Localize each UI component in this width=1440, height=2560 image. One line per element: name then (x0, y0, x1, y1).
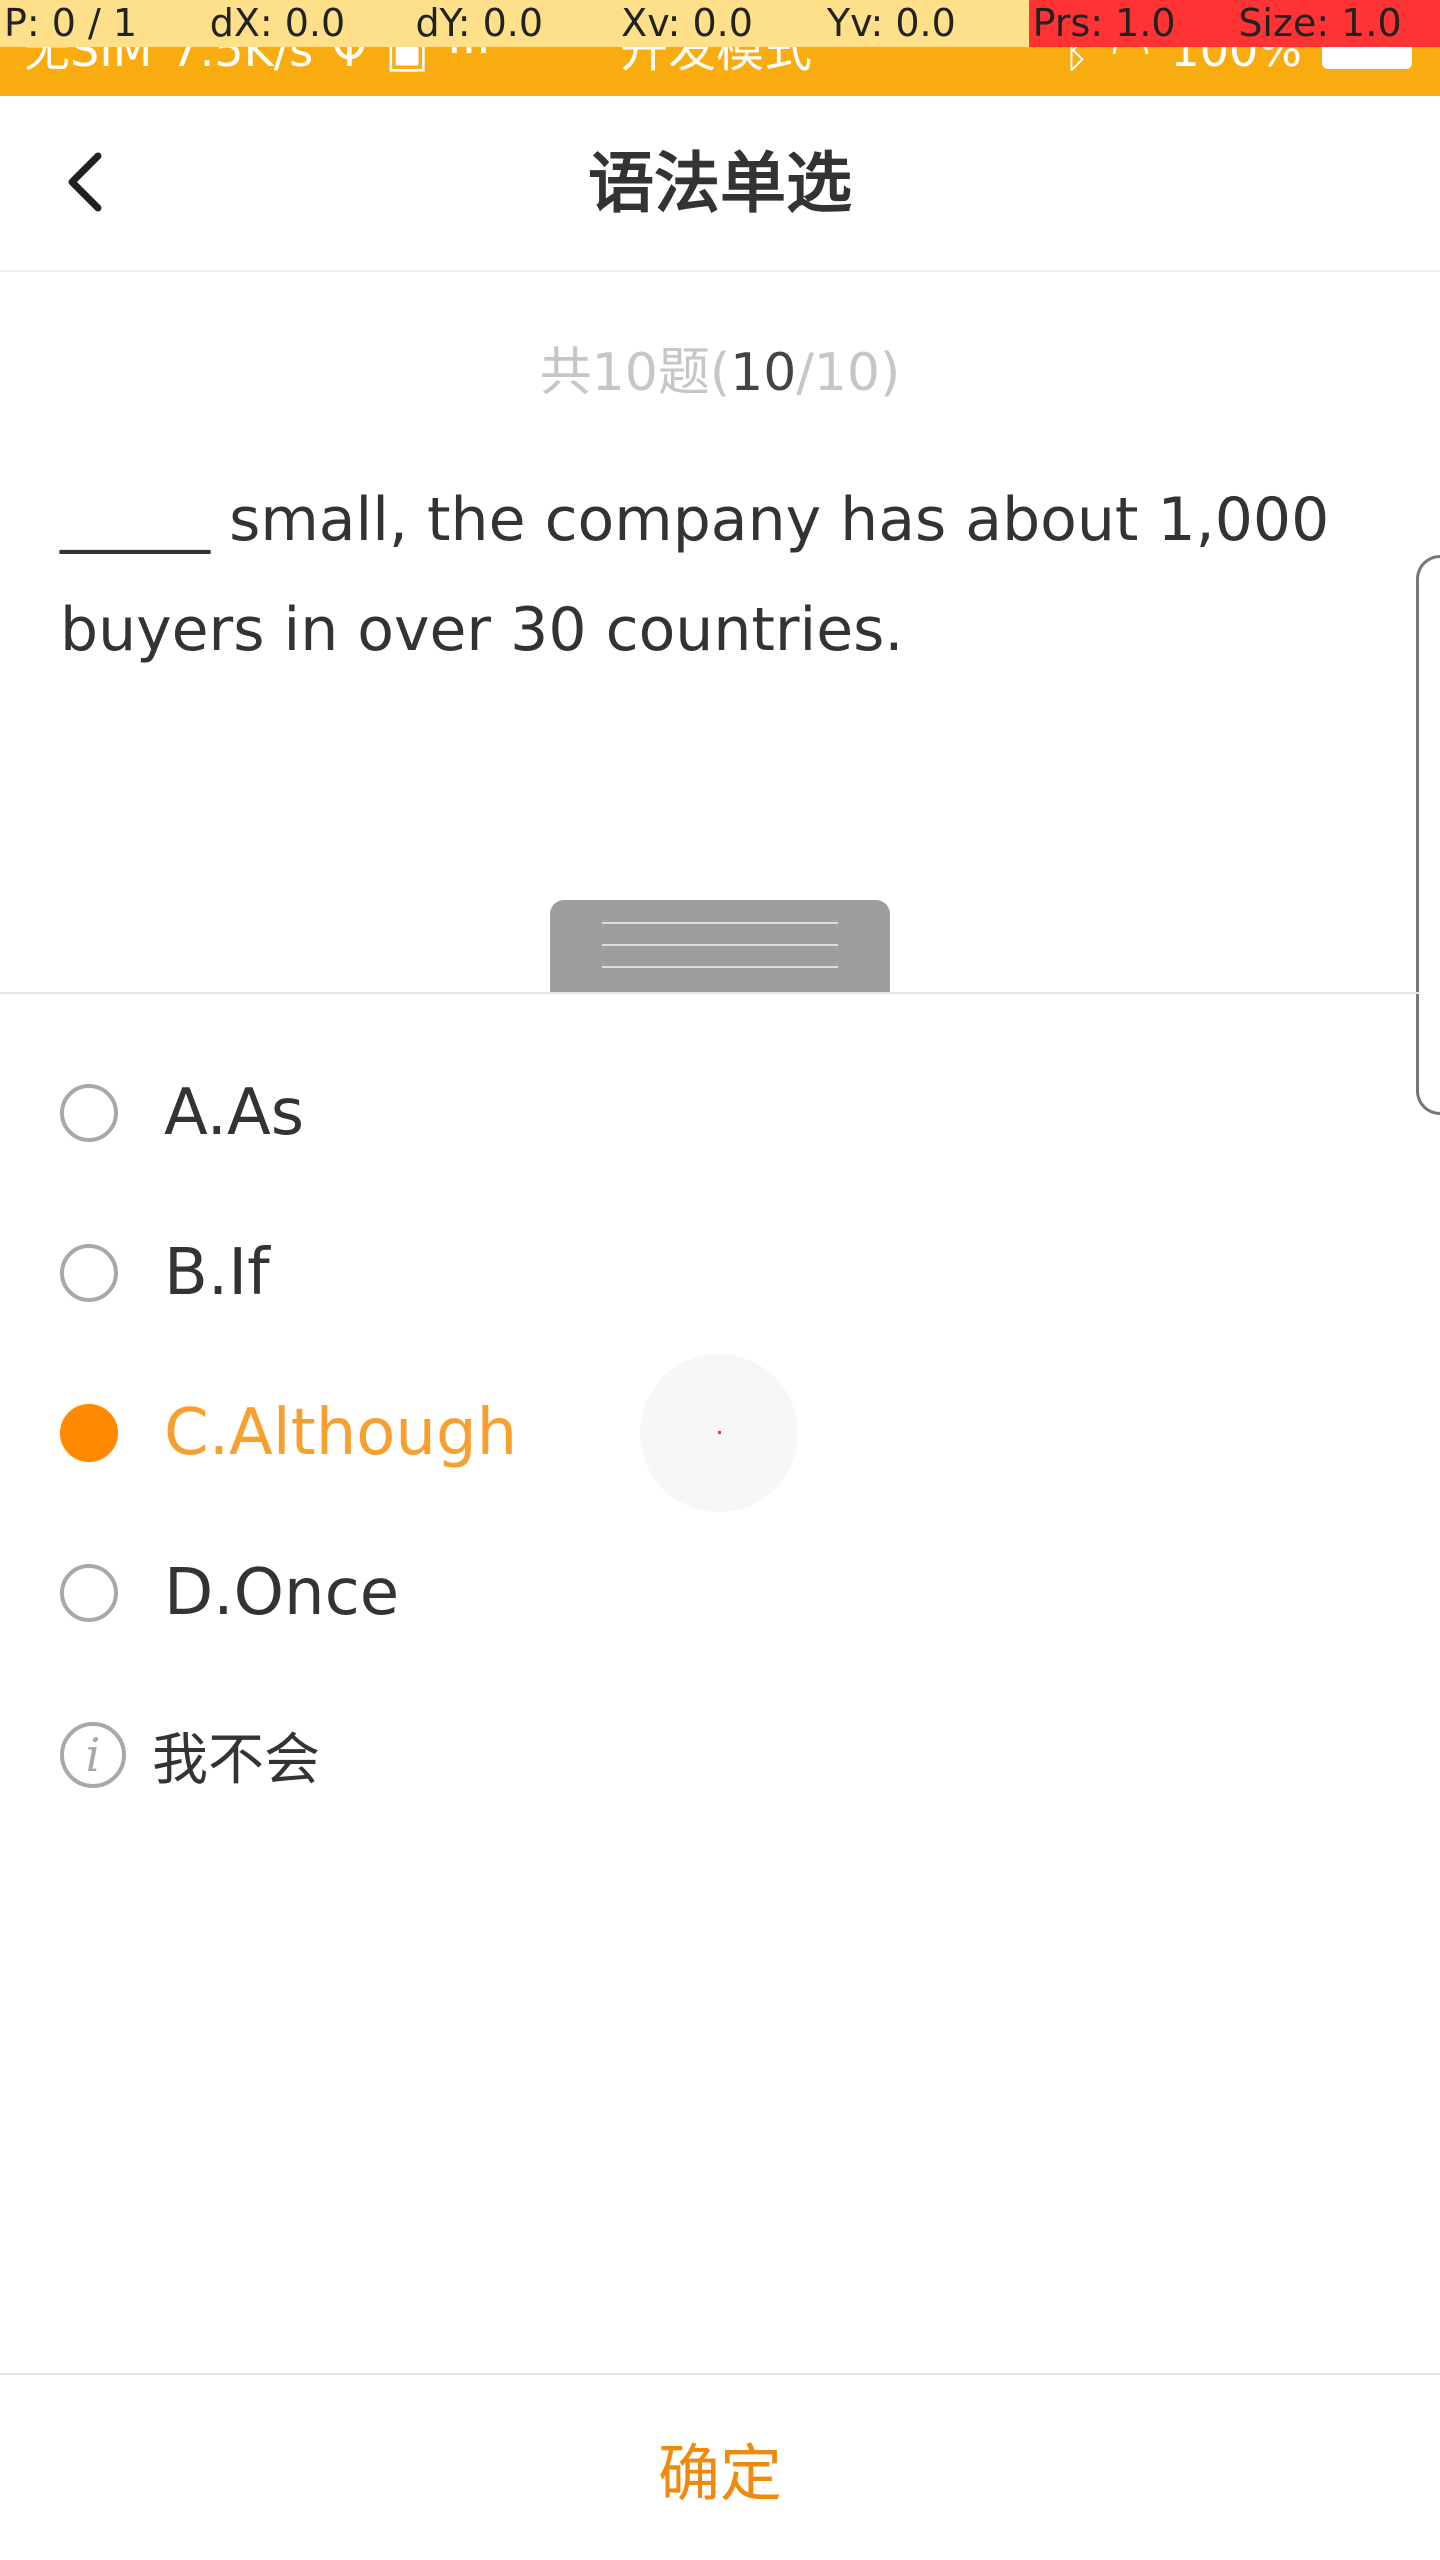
debug-pointer: P: 0 / 1 (0, 0, 206, 47)
panel-drag-handle[interactable] (550, 900, 890, 992)
option-d[interactable]: D.Once (60, 1538, 1360, 1648)
radio-unchecked-icon[interactable] (60, 1084, 118, 1142)
debug-dx: dX: 0.0 (205, 0, 412, 47)
option-a[interactable]: A.As (60, 1058, 1360, 1168)
app-header: 语法单选 (0, 96, 1440, 272)
side-scroll-edge[interactable] (1416, 555, 1440, 1115)
option-label: B.If (164, 1236, 270, 1310)
option-c[interactable]: C.Although (60, 1378, 1360, 1488)
option-label: D.Once (164, 1556, 400, 1630)
debug-yv: Yv: 0.0 (822, 0, 1029, 47)
confirm-button[interactable]: 确定 (0, 2375, 1440, 2560)
info-icon: i (60, 1722, 126, 1788)
handle-line (602, 944, 838, 946)
divider (0, 992, 1420, 994)
debug-size: Size: 1.0 (1234, 0, 1440, 47)
debug-xv: Xv: 0.0 (617, 0, 823, 47)
page-title: 语法单选 (588, 145, 852, 222)
footer-bar: 确定 (0, 2373, 1440, 2560)
pointer-debug-overlay: P: 0 / 1 dX: 0.0 dY: 0.0 Xv: 0.0 Yv: 0.0… (0, 0, 1440, 47)
handle-line (602, 966, 838, 968)
radio-unchecked-icon[interactable] (60, 1564, 118, 1622)
counter-prefix: 共10题( (539, 343, 731, 403)
question-text: _____ small, the company has about 1,000… (60, 485, 1330, 665)
radio-checked-icon[interactable] (60, 1404, 118, 1462)
question-counter: 共10题(10/10) (0, 338, 1440, 408)
option-b[interactable]: B.If (60, 1218, 1360, 1328)
counter-suffix: /10) (796, 343, 901, 403)
dont-know-button[interactable]: i 我不会 (60, 1715, 320, 1795)
counter-current: 10 (730, 343, 797, 403)
radio-unchecked-icon[interactable] (60, 1244, 118, 1302)
dont-know-label: 我不会 (152, 1727, 320, 1793)
debug-pressure: Prs: 1.0 (1028, 0, 1235, 47)
handle-line (602, 922, 838, 924)
debug-dy: dY: 0.0 (411, 0, 618, 47)
option-label: A.As (164, 1076, 305, 1150)
option-label: C.Although (164, 1396, 518, 1470)
